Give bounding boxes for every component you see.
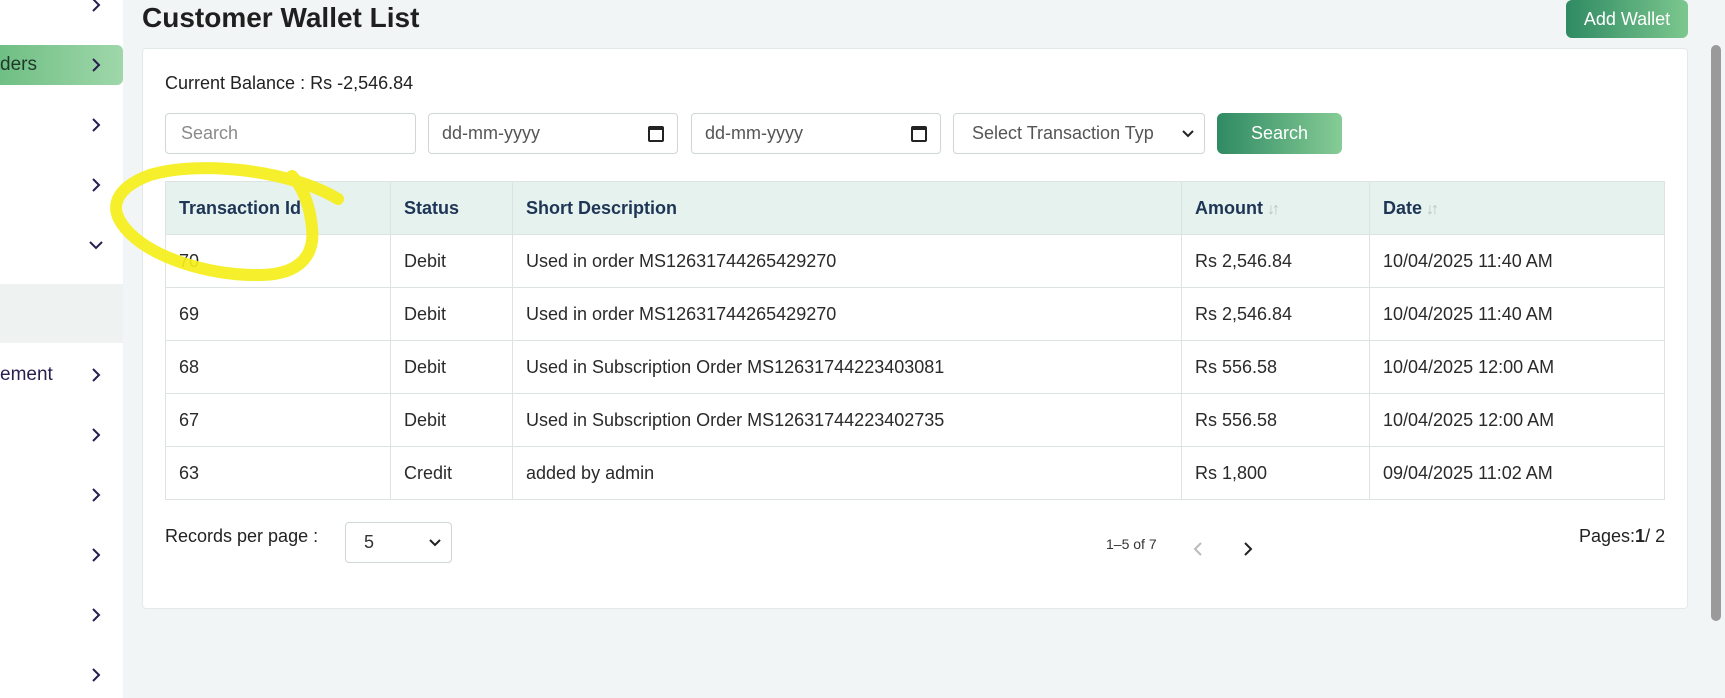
search-button[interactable]: Search (1217, 113, 1342, 154)
sidebar-subitem-active[interactable] (0, 284, 123, 343)
next-page-button[interactable] (1243, 541, 1253, 562)
chevron-right-icon (85, 114, 107, 136)
calendar-icon[interactable] (911, 125, 927, 142)
chevron-right-icon (85, 664, 107, 686)
sidebar-item[interactable] (0, 165, 123, 205)
chevron-down-icon (85, 234, 107, 256)
sidebar-item[interactable]: ement (0, 355, 123, 395)
status-cell: Debit (390, 287, 513, 341)
sidebar-item[interactable] (0, 595, 123, 635)
sort-icon[interactable]: ↓↑ (1426, 201, 1439, 218)
sort-icon[interactable]: ↓↑ (1267, 201, 1280, 218)
amount-cell: Rs 556.58 (1181, 340, 1370, 394)
chevron-right-icon (85, 0, 107, 16)
previous-page-button[interactable] (1193, 541, 1203, 562)
date-cell: 09/04/2025 11:02 AM (1369, 446, 1665, 500)
chevron-right-icon (85, 604, 107, 626)
sidebar-item[interactable] (0, 535, 123, 575)
sidebar-item[interactable] (0, 105, 123, 145)
date-to-text: dd-mm-yyyy (705, 123, 803, 143)
sidebar-item[interactable] (0, 0, 123, 25)
sidebar-item[interactable]: ders (0, 45, 123, 85)
column-header-amount[interactable]: Amount ↓↑ (1181, 181, 1370, 235)
transaction-id-cell: 67 (165, 393, 391, 447)
transaction-id-cell: 69 (165, 287, 391, 341)
table-row: 67 Debit Used in Subscription Order MS1263… (165, 393, 1665, 447)
amount-cell: Rs 2,546.84 (1181, 234, 1370, 288)
sidebar-item[interactable] (0, 475, 123, 515)
sidebar-item[interactable] (0, 655, 123, 695)
date-to-field[interactable]: dd-mm-yyyy (691, 113, 941, 154)
records-per-page-select[interactable]: 5 (345, 522, 452, 563)
status-cell: Debit (390, 340, 513, 394)
wallet-table: Transaction Id Status Short Description … (165, 181, 1665, 500)
status-cell: Debit (390, 234, 513, 288)
description-cell: Used in order MS12631744265429270 (512, 287, 1182, 341)
chevron-right-icon (85, 424, 107, 446)
description-cell: Used in Subscription Order MS12631744223… (512, 340, 1182, 394)
chevron-down-icon (429, 538, 441, 546)
table-header-row: Transaction Id Status Short Description … (165, 181, 1665, 235)
column-header-transaction-id[interactable]: Transaction Id (165, 181, 391, 235)
table-row: 70 Debit Used in order MS12631744265429270… (165, 234, 1665, 288)
sidebar-item[interactable] (0, 415, 123, 455)
amount-cell: Rs 2,546.84 (1181, 287, 1370, 341)
pages-indicator: Pages:1/ 2 (1579, 526, 1666, 546)
add-wallet-button[interactable]: Add Wallet (1566, 0, 1688, 38)
chevron-down-icon (1182, 129, 1194, 137)
sidebar-item[interactable] (0, 225, 123, 265)
column-header-short-description[interactable]: Short Description (512, 181, 1182, 235)
transaction-id-cell: 68 (165, 340, 391, 394)
chevron-right-icon (85, 484, 107, 506)
status-cell: Credit (390, 446, 513, 500)
table-row: 68 Debit Used in Subscription Order MS1263… (165, 340, 1665, 394)
table-row: 69 Debit Used in order MS12631744265429270… (165, 287, 1665, 341)
search-input[interactable] (179, 122, 402, 145)
description-cell: Used in order MS12631744265429270 (512, 234, 1182, 288)
chevron-right-icon (85, 174, 107, 196)
records-per-page-label: Records per page : (165, 526, 319, 546)
search-field[interactable] (165, 113, 416, 154)
chevron-right-icon (85, 364, 107, 386)
transaction-id-cell: 63 (165, 446, 391, 500)
records-per-page-value: 5 (364, 532, 375, 552)
date-cell: 10/04/2025 12:00 AM (1369, 393, 1665, 447)
sidebar: ders ement (0, 0, 123, 698)
status-cell: Debit (390, 393, 513, 447)
pagination-range: 1–5 of 7 (1106, 536, 1157, 552)
chevron-left-icon (1193, 542, 1202, 556)
date-from-field[interactable]: dd-mm-yyyy (428, 113, 678, 154)
page-title: Customer Wallet List (142, 2, 420, 33)
chevron-right-icon (85, 54, 107, 76)
current-balance: Current Balance : Rs -2,546.84 (165, 73, 414, 93)
table-row: 63 Credit added by admin Rs 1,800 09/04/2025… (165, 446, 1665, 500)
scrollbar-thumb[interactable] (1711, 45, 1721, 621)
transaction-id-cell: 70 (165, 234, 391, 288)
amount-cell: Rs 1,800 (1181, 446, 1370, 500)
amount-cell: Rs 556.58 (1181, 393, 1370, 447)
description-cell: Used in Subscription Order MS12631744223… (512, 393, 1182, 447)
sidebar-item-label: ders (0, 54, 37, 75)
date-from-text: dd-mm-yyyy (442, 123, 540, 143)
calendar-icon[interactable] (648, 125, 664, 142)
transaction-type-select[interactable]: Select Transaction Typ (953, 113, 1205, 154)
wallet-card: Current Balance : Rs -2,546.84 dd-mm-yyy… (142, 48, 1688, 609)
column-header-status[interactable]: Status (390, 181, 513, 235)
column-header-date[interactable]: Date ↓↑ (1369, 181, 1665, 235)
chevron-right-icon (85, 544, 107, 566)
date-cell: 10/04/2025 11:40 AM (1369, 287, 1665, 341)
date-cell: 10/04/2025 12:00 AM (1369, 340, 1665, 394)
chevron-right-icon (1244, 542, 1253, 556)
transaction-type-value: Select Transaction Typ (972, 123, 1154, 143)
sidebar-item-label: ement (0, 364, 53, 385)
date-cell: 10/04/2025 11:40 AM (1369, 234, 1665, 288)
description-cell: added by admin (512, 446, 1182, 500)
